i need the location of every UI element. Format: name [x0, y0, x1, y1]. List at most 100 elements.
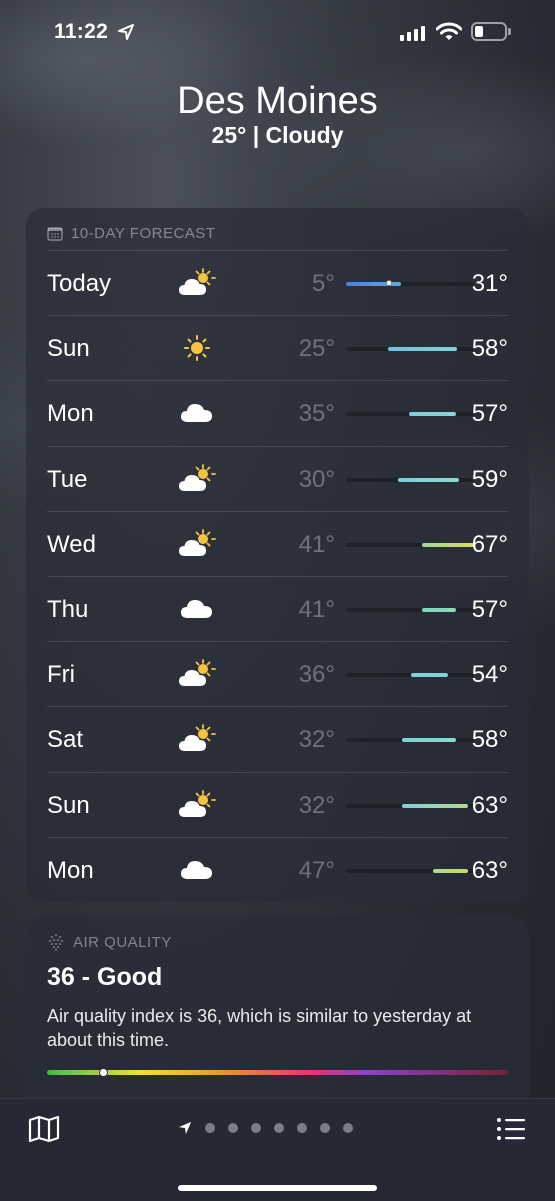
forecast-day: Mon [47, 400, 94, 428]
temperature-range-bar [408, 412, 457, 417]
forecast-day: Wed [47, 530, 96, 558]
forecast-day: Sat [47, 726, 84, 754]
sun-icon [177, 333, 217, 363]
air-quality-header: AIR QUALITY [47, 933, 172, 951]
forecast-row[interactable]: Sun 32° 63° [47, 771, 508, 838]
partly-sunny-icon [177, 724, 217, 754]
temperature-range-track [346, 803, 474, 808]
status-time: 11:22 [54, 20, 109, 43]
current-temp-dot [385, 280, 392, 286]
forecast-high: 31° [471, 270, 508, 297]
partly-sunny-icon [177, 659, 217, 689]
temperature-range-bar [421, 608, 457, 612]
temperature-range-track [346, 868, 474, 873]
forecast-low: 5° [312, 270, 335, 297]
forecast-high: 63° [471, 856, 508, 884]
temperature-range-bar [411, 673, 449, 678]
forecast-row[interactable]: Fri 36° 54° [47, 641, 508, 707]
forecast-row[interactable]: Thu 41° 57° [47, 576, 508, 642]
forecast-high: 57° [471, 400, 508, 428]
page-dot[interactable] [228, 1123, 238, 1133]
temperature-range-track [346, 477, 474, 482]
home-indicator[interactable] [178, 1185, 377, 1191]
cloud-icon [177, 398, 217, 428]
wifi-icon [436, 22, 462, 40]
forecast-row[interactable]: Tue 30° 59° [47, 445, 508, 512]
forecast-low: 41° [298, 530, 335, 558]
forecast-day: Sun [47, 791, 90, 819]
page-dot[interactable] [205, 1123, 215, 1133]
temperature-range-bar [402, 803, 468, 808]
forecast-low: 36° [298, 661, 335, 689]
forecast-day: Tue [47, 465, 88, 493]
location-arrow-icon[interactable] [178, 1121, 192, 1135]
partly-sunny-icon [177, 528, 217, 559]
page-dot[interactable] [320, 1123, 330, 1133]
forecast-high: 54° [471, 661, 508, 689]
air-quality-title: AIR QUALITY [73, 933, 172, 951]
current-summary: 25° | Cloudy [211, 122, 344, 148]
temperature-range-bar [346, 282, 402, 286]
map-icon[interactable] [28, 1115, 60, 1143]
calendar-icon [47, 227, 63, 241]
location-arrow-icon [118, 24, 134, 40]
forecast-header: 10-DAY FORECAST [47, 225, 215, 242]
page-dot[interactable] [297, 1123, 307, 1133]
forecast-low: 35° [298, 400, 335, 428]
air-quality-card[interactable]: AIR QUALITY 36 - Good Air quality index … [26, 916, 529, 1116]
forecast-high: 58° [471, 726, 508, 754]
forecast-low: 25° [298, 335, 335, 363]
forecast-row[interactable]: Mon 47° 63° [47, 836, 508, 903]
partly-sunny-icon [177, 268, 217, 298]
forecast-row[interactable]: Sun 25° 58° [47, 315, 508, 381]
air-quality-indicator [99, 1068, 108, 1077]
battery-cap [508, 28, 511, 35]
forecast-high: 57° [471, 596, 508, 623]
forecast-low: 32° [298, 791, 335, 819]
temperature-range-track [346, 608, 474, 612]
forecast-row[interactable]: Mon 35° 57° [47, 380, 508, 446]
page-indicator[interactable] [178, 1121, 353, 1135]
forecast-high: 58° [471, 335, 508, 363]
forecast-title: 10-DAY FORECAST [71, 225, 216, 242]
city-name: Des Moines [177, 80, 378, 122]
forecast-day: Thu [47, 596, 89, 623]
forecast-row[interactable]: Sat 32° 58° [47, 706, 508, 772]
air-quality-description: Air quality index is 36, which is simila… [47, 1006, 472, 1050]
temperature-range-track [346, 280, 474, 286]
forecast-row[interactable]: Today 5° 31° [47, 250, 508, 316]
forecast-low: 30° [298, 465, 335, 493]
forecast-day: Fri [47, 661, 75, 689]
forecast-low: 47° [298, 856, 335, 884]
page-dot[interactable] [274, 1123, 284, 1133]
forecast-day: Today [47, 270, 112, 297]
temperature-range-bar [398, 477, 459, 482]
forecast-low: 41° [298, 596, 335, 623]
forecast-day: Sun [47, 335, 90, 363]
air-quality-icon [49, 934, 63, 951]
temperature-range-bar [433, 868, 468, 873]
page-dot[interactable] [251, 1123, 261, 1133]
forecast-card[interactable]: 10-DAY FORECAST Today 5° 31° Sun 25° 58° Mon 35… [26, 208, 529, 902]
cloud-icon [177, 855, 217, 885]
forecast-low: 32° [298, 726, 335, 754]
forecast-high: 63° [471, 791, 508, 819]
forecast-row[interactable]: Wed 41° 67° [47, 510, 508, 577]
temperature-range-track [346, 673, 474, 678]
bottom-toolbar [0, 1098, 555, 1201]
temperature-range-track [346, 347, 474, 352]
forecast-day: Mon [47, 856, 94, 884]
temperature-range-bar [388, 347, 458, 352]
temperature-range-bar [421, 542, 474, 547]
list-icon[interactable] [496, 1117, 526, 1141]
forecast-high: 67° [471, 530, 508, 558]
temperature-range-track [346, 738, 474, 743]
air-quality-value: 36 - Good [47, 963, 163, 991]
page-dot[interactable] [343, 1123, 353, 1133]
temperature-range-bar [402, 738, 457, 743]
status-bar: 11:22 [0, 0, 555, 64]
air-quality-scale [47, 1068, 508, 1077]
partly-sunny-icon [177, 789, 217, 820]
cellular-signal-icon [400, 25, 425, 41]
battery-icon [471, 22, 507, 41]
